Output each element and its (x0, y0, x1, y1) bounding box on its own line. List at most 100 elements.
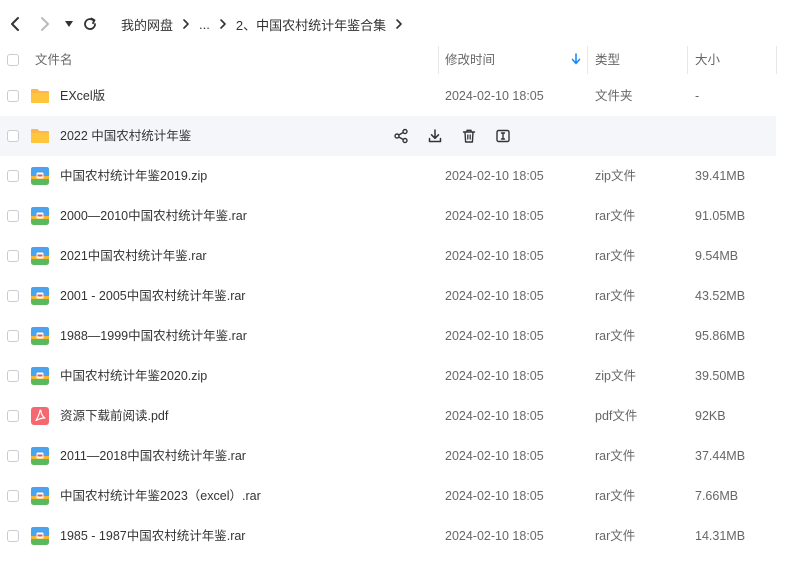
file-row[interactable]: 2000—2010中国农村统计年鉴.rar 2024-02-10 18:05 rar… (0, 196, 776, 236)
file-size: 43.52MB (695, 289, 746, 303)
file-row[interactable]: 中国农村统计年鉴2020.zip 2024-02-10 18:05 zip文件 39.… (0, 356, 776, 396)
file-size: 95.86MB (695, 329, 746, 343)
breadcrumb-item[interactable]: 我的网盘 (121, 15, 173, 34)
file-modified-time: 2024-02-10 18:05 (445, 169, 544, 183)
row-checkbox[interactable] (7, 210, 19, 222)
file-size: 39.50MB (695, 369, 746, 383)
file-type: rar文件 (595, 529, 636, 543)
file-name[interactable]: 1988—1999中国农村统计年鉴.rar (60, 316, 247, 356)
file-row[interactable]: 1988—1999中国农村统计年鉴.rar 2024-02-10 18:05 rar… (0, 316, 776, 356)
select-all-checkbox[interactable] (7, 54, 19, 66)
file-row[interactable]: 中国农村统计年鉴2023（excel）.rar 2024-02-10 18:05 r… (0, 476, 776, 516)
file-name[interactable]: 中国农村统计年鉴2019.zip (60, 156, 207, 196)
file-modified-time: 2024-02-10 18:05 (445, 289, 544, 303)
column-divider[interactable] (687, 46, 688, 74)
file-type: rar文件 (595, 329, 636, 343)
file-type: rar文件 (595, 489, 636, 503)
file-type: rar文件 (595, 249, 636, 263)
sort-descending-icon[interactable] (571, 53, 581, 67)
file-size: 37.44MB (695, 449, 746, 463)
file-row[interactable]: 资源下载前阅读.pdf 2024-02-10 18:05 pdf文件 92KB (0, 396, 776, 436)
delete-icon[interactable] (460, 127, 478, 145)
file-size: 9.54MB (695, 249, 739, 263)
file-type: zip文件 (595, 369, 636, 383)
file-modified-time: 2024-02-10 18:05 (445, 89, 544, 103)
column-header-name[interactable]: 文件名 (35, 46, 73, 74)
file-name[interactable]: 2001 - 2005中国农村统计年鉴.rar (60, 276, 245, 316)
row-checkbox[interactable] (7, 170, 19, 182)
archive-icon (30, 206, 50, 226)
file-name[interactable]: 2022 中国农村统计年鉴 (60, 116, 191, 156)
file-name[interactable]: 2021中国农村统计年鉴.rar (60, 236, 207, 276)
file-row[interactable]: 2022 中国农村统计年鉴 (0, 116, 776, 156)
row-checkbox[interactable] (7, 410, 19, 422)
file-size: 91.05MB (695, 209, 746, 223)
row-checkbox[interactable] (7, 530, 19, 542)
file-size: 7.66MB (695, 489, 739, 503)
file-modified-time: 2024-02-10 18:05 (445, 329, 544, 343)
file-row[interactable]: 1985 - 1987中国农村统计年鉴.rar 2024-02-10 18:05 r… (0, 516, 776, 556)
row-checkbox[interactable] (7, 290, 19, 302)
top-navigation-bar: 我的网盘 ... 2、中国农村统计年鉴合集 (0, 0, 794, 48)
breadcrumb-current[interactable]: 2、中国农村统计年鉴合集 (236, 15, 386, 34)
file-row[interactable]: 中国农村统计年鉴2019.zip 2024-02-10 18:05 zip文件 39.… (0, 156, 776, 196)
history-dropdown-icon[interactable] (59, 14, 79, 34)
column-header-modified[interactable]: 修改时间 (445, 46, 495, 74)
archive-icon (30, 486, 50, 506)
archive-icon (30, 366, 50, 386)
archive-icon (30, 326, 50, 346)
file-modified-time: 2024-02-10 18:05 (445, 369, 544, 383)
file-modified-time: 2024-02-10 18:05 (445, 449, 544, 463)
back-icon[interactable] (5, 14, 25, 34)
rename-icon[interactable] (494, 127, 512, 145)
row-checkbox[interactable] (7, 490, 19, 502)
file-type: zip文件 (595, 169, 636, 183)
file-type: rar文件 (595, 449, 636, 463)
pdf-icon (30, 406, 50, 426)
archive-icon (30, 286, 50, 306)
column-header-type[interactable]: 类型 (595, 46, 620, 74)
file-name[interactable]: 2000—2010中国农村统计年鉴.rar (60, 196, 247, 236)
file-modified-time: 2024-02-10 18:05 (445, 209, 544, 223)
row-checkbox[interactable] (7, 450, 19, 462)
breadcrumb-separator-icon (182, 17, 190, 32)
archive-icon (30, 526, 50, 546)
file-size: 39.41MB (695, 169, 746, 183)
column-divider[interactable] (438, 46, 439, 74)
file-row[interactable]: 2001 - 2005中国农村统计年鉴.rar 2024-02-10 18:05 r… (0, 276, 776, 316)
download-icon[interactable] (426, 127, 444, 145)
file-size: 92KB (695, 409, 726, 423)
file-type: rar文件 (595, 209, 636, 223)
refresh-icon[interactable] (80, 14, 100, 34)
breadcrumb-ellipsis[interactable]: ... (199, 17, 210, 32)
row-checkbox[interactable] (7, 90, 19, 102)
share-icon[interactable] (392, 127, 410, 145)
file-name[interactable]: 1985 - 1987中国农村统计年鉴.rar (60, 516, 245, 556)
file-name[interactable]: 中国农村统计年鉴2020.zip (60, 356, 207, 396)
row-checkbox[interactable] (7, 370, 19, 382)
column-divider[interactable] (587, 46, 588, 74)
archive-icon (30, 166, 50, 186)
file-modified-time: 2024-02-10 18:05 (445, 529, 544, 543)
file-name[interactable]: 2011—2018中国农村统计年鉴.rar (60, 436, 246, 476)
file-type: 文件夹 (595, 89, 633, 103)
file-row[interactable]: EXcel版 2024-02-10 18:05 文件夹 - (0, 76, 776, 116)
file-row[interactable]: 2021中国农村统计年鉴.rar 2024-02-10 18:05 rar文件 9.5… (0, 236, 776, 276)
file-row[interactable]: 2011—2018中国农村统计年鉴.rar 2024-02-10 18:05 rar… (0, 436, 776, 476)
file-name[interactable]: 中国农村统计年鉴2023（excel）.rar (60, 476, 261, 516)
row-checkbox[interactable] (7, 130, 19, 142)
file-modified-time: 2024-02-10 18:05 (445, 249, 544, 263)
column-divider[interactable] (776, 46, 777, 74)
breadcrumb-separator-icon (219, 17, 227, 32)
file-list-header: 文件名 修改时间 类型 大小 (0, 46, 794, 74)
file-size: - (695, 89, 700, 103)
column-header-size[interactable]: 大小 (695, 46, 720, 74)
forward-icon[interactable] (35, 14, 55, 34)
file-name[interactable]: 资源下载前阅读.pdf (60, 396, 168, 436)
row-checkbox[interactable] (7, 330, 19, 342)
breadcrumb: 我的网盘 ... 2、中国农村统计年鉴合集 (121, 15, 412, 33)
file-name[interactable]: EXcel版 (60, 76, 105, 116)
file-type: rar文件 (595, 289, 636, 303)
row-checkbox[interactable] (7, 250, 19, 262)
file-type: pdf文件 (595, 409, 638, 423)
